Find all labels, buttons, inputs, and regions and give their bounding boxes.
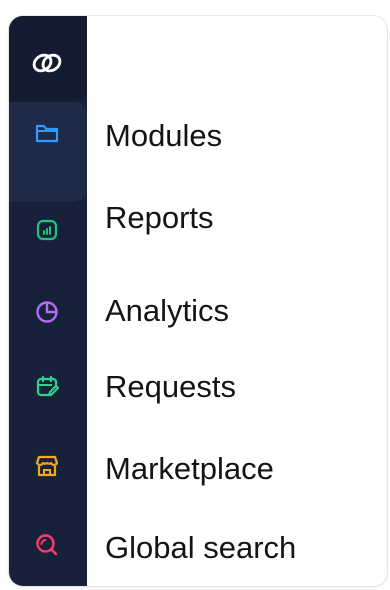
bar-chart-icon[interactable] [30, 213, 64, 247]
storefront-icon[interactable] [30, 449, 64, 483]
pie-chart-icon[interactable] [30, 295, 64, 329]
navigation-panel: Modules Reports Analytics Requests Marke… [9, 16, 387, 586]
menu-item-requests[interactable]: Requests [105, 369, 236, 405]
calendar-edit-icon[interactable] [30, 370, 64, 404]
menu-item-marketplace[interactable]: Marketplace [105, 451, 274, 487]
icon-rail [9, 16, 87, 586]
menu-item-global-search[interactable]: Global search [105, 530, 296, 566]
folder-icon[interactable] [30, 116, 64, 150]
menu-item-reports[interactable]: Reports [105, 200, 214, 236]
menu-item-modules[interactable]: Modules [105, 118, 222, 154]
chain-link-logo-icon[interactable] [30, 46, 64, 80]
menu-item-analytics[interactable]: Analytics [105, 293, 229, 329]
search-icon[interactable] [30, 528, 64, 562]
